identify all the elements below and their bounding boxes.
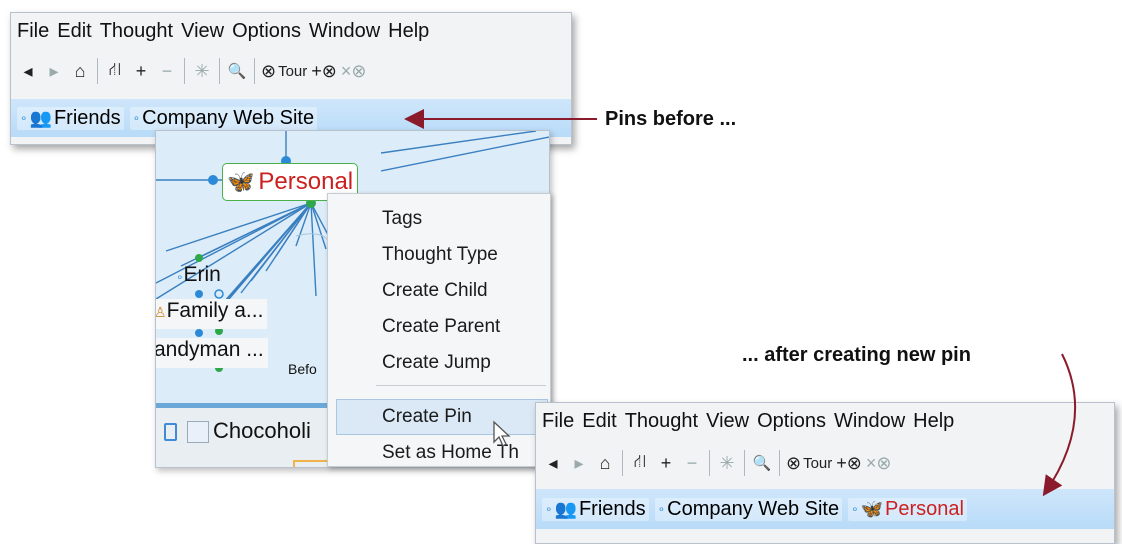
annotation-pins-before: Pins before ... xyxy=(605,108,737,130)
menu-options[interactable]: Options xyxy=(232,20,301,43)
add-icon[interactable]: + xyxy=(130,57,152,85)
menu-thought[interactable]: Thought xyxy=(100,20,173,43)
node-label: Erin xyxy=(183,263,221,286)
home-icon[interactable]: ⌂ xyxy=(69,57,91,85)
toolbar-separator xyxy=(219,58,220,84)
network-icon[interactable]: ⛙ xyxy=(629,449,651,477)
thought-handyman[interactable]: andyman ... xyxy=(156,338,268,368)
menu-file[interactable]: File xyxy=(17,20,49,43)
app-window-before: File Edit Thought View Options Window He… xyxy=(10,12,572,145)
family-icon: ♙ xyxy=(155,304,167,320)
toolbar-separator xyxy=(779,450,780,476)
toolbar: ◂ ▸ ⌂ ⛙ + − ✳ 🔍 ⊗ Tour +⊗ ×⊗ xyxy=(11,51,571,91)
layout-icon[interactable]: ✳ xyxy=(716,449,738,477)
tour-icon: ⊗ xyxy=(786,452,802,473)
pin-friends[interactable]: ∘ 👥 Friends xyxy=(542,497,649,521)
tour-button[interactable]: ⊗ Tour xyxy=(261,57,307,85)
tour-icon: ⊗ xyxy=(261,60,277,81)
menu-options[interactable]: Options xyxy=(757,410,826,433)
back-icon[interactable]: ◂ xyxy=(542,449,564,477)
node-dot-icon: ∘ xyxy=(176,270,184,284)
friends-icon: 👥 xyxy=(554,498,577,519)
search-icon[interactable]: 🔍 xyxy=(226,57,248,85)
thought-family[interactable]: ♙Family a... xyxy=(155,299,268,329)
toolbar: ◂ ▸ ⌂ ⛙ + − ✳ 🔍 ⊗ Tour +⊗ ×⊗ xyxy=(536,443,1114,483)
pin-friends[interactable]: ∘ 👥 Friends xyxy=(17,106,124,130)
menu-item-create-parent[interactable]: Create Parent xyxy=(382,316,500,338)
forward-icon[interactable]: ▸ xyxy=(568,449,590,477)
menu-edit[interactable]: Edit xyxy=(57,20,91,43)
node-label: Chocoholi xyxy=(213,418,311,443)
butterfly-icon: 🦋 xyxy=(860,498,884,519)
pin-label: Personal xyxy=(885,497,964,520)
toolbar-separator xyxy=(254,58,255,84)
node-label: Family a... xyxy=(166,299,264,322)
network-icon[interactable]: ⛙ xyxy=(104,57,126,85)
remove-icon[interactable]: − xyxy=(681,449,703,477)
document-icon xyxy=(187,421,209,444)
menu-edit[interactable]: Edit xyxy=(582,410,616,433)
mouse-cursor-icon xyxy=(493,420,511,447)
pin-label: Company Web Site xyxy=(667,497,840,520)
thought-erin[interactable]: ∘Erin xyxy=(176,263,221,287)
forward-icon[interactable]: ▸ xyxy=(43,57,65,85)
orange-marker xyxy=(293,460,331,467)
app-window-after: File Edit Thought View Options Window He… xyxy=(535,402,1115,544)
menu-item-thought-type[interactable]: Thought Type xyxy=(382,244,498,266)
menu-item-tags[interactable]: Tags xyxy=(382,208,422,230)
home-icon[interactable]: ⌂ xyxy=(594,449,616,477)
menu-window[interactable]: Window xyxy=(834,410,905,433)
menu-help[interactable]: Help xyxy=(388,20,429,43)
pin-personal[interactable]: ∘ 🦋 Personal xyxy=(848,497,967,521)
menu-item-create-child[interactable]: Create Child xyxy=(382,280,488,302)
layout-icon[interactable]: ✳ xyxy=(191,57,213,85)
menu-divider xyxy=(376,385,546,386)
menu-item-create-jump[interactable]: Create Jump xyxy=(382,352,491,374)
toolbar-separator xyxy=(622,450,623,476)
pin-dot-icon: ∘ xyxy=(20,111,28,125)
thought-before[interactable]: Befo xyxy=(288,361,317,377)
toolbar-separator xyxy=(97,58,98,84)
annotation-after-creating-pin: ... after creating new pin xyxy=(742,344,971,366)
pin-dot-icon: ∘ xyxy=(851,502,859,516)
checkbox-icon xyxy=(164,423,177,442)
pin-dot-icon: ∘ xyxy=(132,111,141,125)
menu-thought[interactable]: Thought xyxy=(625,410,698,433)
tour-label: Tour xyxy=(803,454,833,472)
pin-company-web-site[interactable]: ∘ Company Web Site xyxy=(654,497,843,521)
toolbar-separator xyxy=(709,450,710,476)
add-tour-icon[interactable]: +⊗ xyxy=(836,449,862,477)
pin-company-web-site[interactable]: ∘ Company Web Site xyxy=(129,106,318,130)
toolbar-separator xyxy=(744,450,745,476)
pin-label: Company Web Site xyxy=(142,106,315,129)
pin-dot-icon: ∘ xyxy=(657,502,666,516)
menu-item-create-pin[interactable]: Create Pin xyxy=(382,406,472,428)
search-icon[interactable]: 🔍 xyxy=(751,449,773,477)
pin-label: Friends xyxy=(578,497,646,520)
toolbar-separator xyxy=(184,58,185,84)
pin-dot-icon: ∘ xyxy=(545,502,553,516)
back-icon[interactable]: ◂ xyxy=(17,57,39,85)
menu-bar: File Edit Thought View Options Window He… xyxy=(11,13,571,49)
pin-bar: ∘ 👥 Friends ∘ Company Web Site ∘ 🦋 Personal xyxy=(536,489,1114,529)
tour-label: Tour xyxy=(278,62,308,80)
menu-view[interactable]: View xyxy=(181,20,224,43)
context-menu: Tags Thought Type Create Child Create Pa… xyxy=(327,193,551,467)
active-thought-label: Personal xyxy=(258,168,354,195)
butterfly-icon: 🦋 xyxy=(227,169,255,194)
tour-button[interactable]: ⊗ Tour xyxy=(786,449,832,477)
remove-icon[interactable]: − xyxy=(156,57,178,85)
friends-icon: 👥 xyxy=(29,107,52,128)
close-tour-icon[interactable]: ×⊗ xyxy=(341,57,367,85)
menu-view[interactable]: View xyxy=(706,410,749,433)
menu-file[interactable]: File xyxy=(542,410,574,433)
close-tour-icon[interactable]: ×⊗ xyxy=(866,449,892,477)
thought-chocoholic[interactable]: Chocoholi xyxy=(164,418,311,444)
menu-bar: File Edit Thought View Options Window He… xyxy=(536,403,1114,439)
add-tour-icon[interactable]: +⊗ xyxy=(311,57,337,85)
pin-label: Friends xyxy=(53,106,121,129)
menu-help[interactable]: Help xyxy=(913,410,954,433)
menu-window[interactable]: Window xyxy=(309,20,380,43)
add-icon[interactable]: + xyxy=(655,449,677,477)
